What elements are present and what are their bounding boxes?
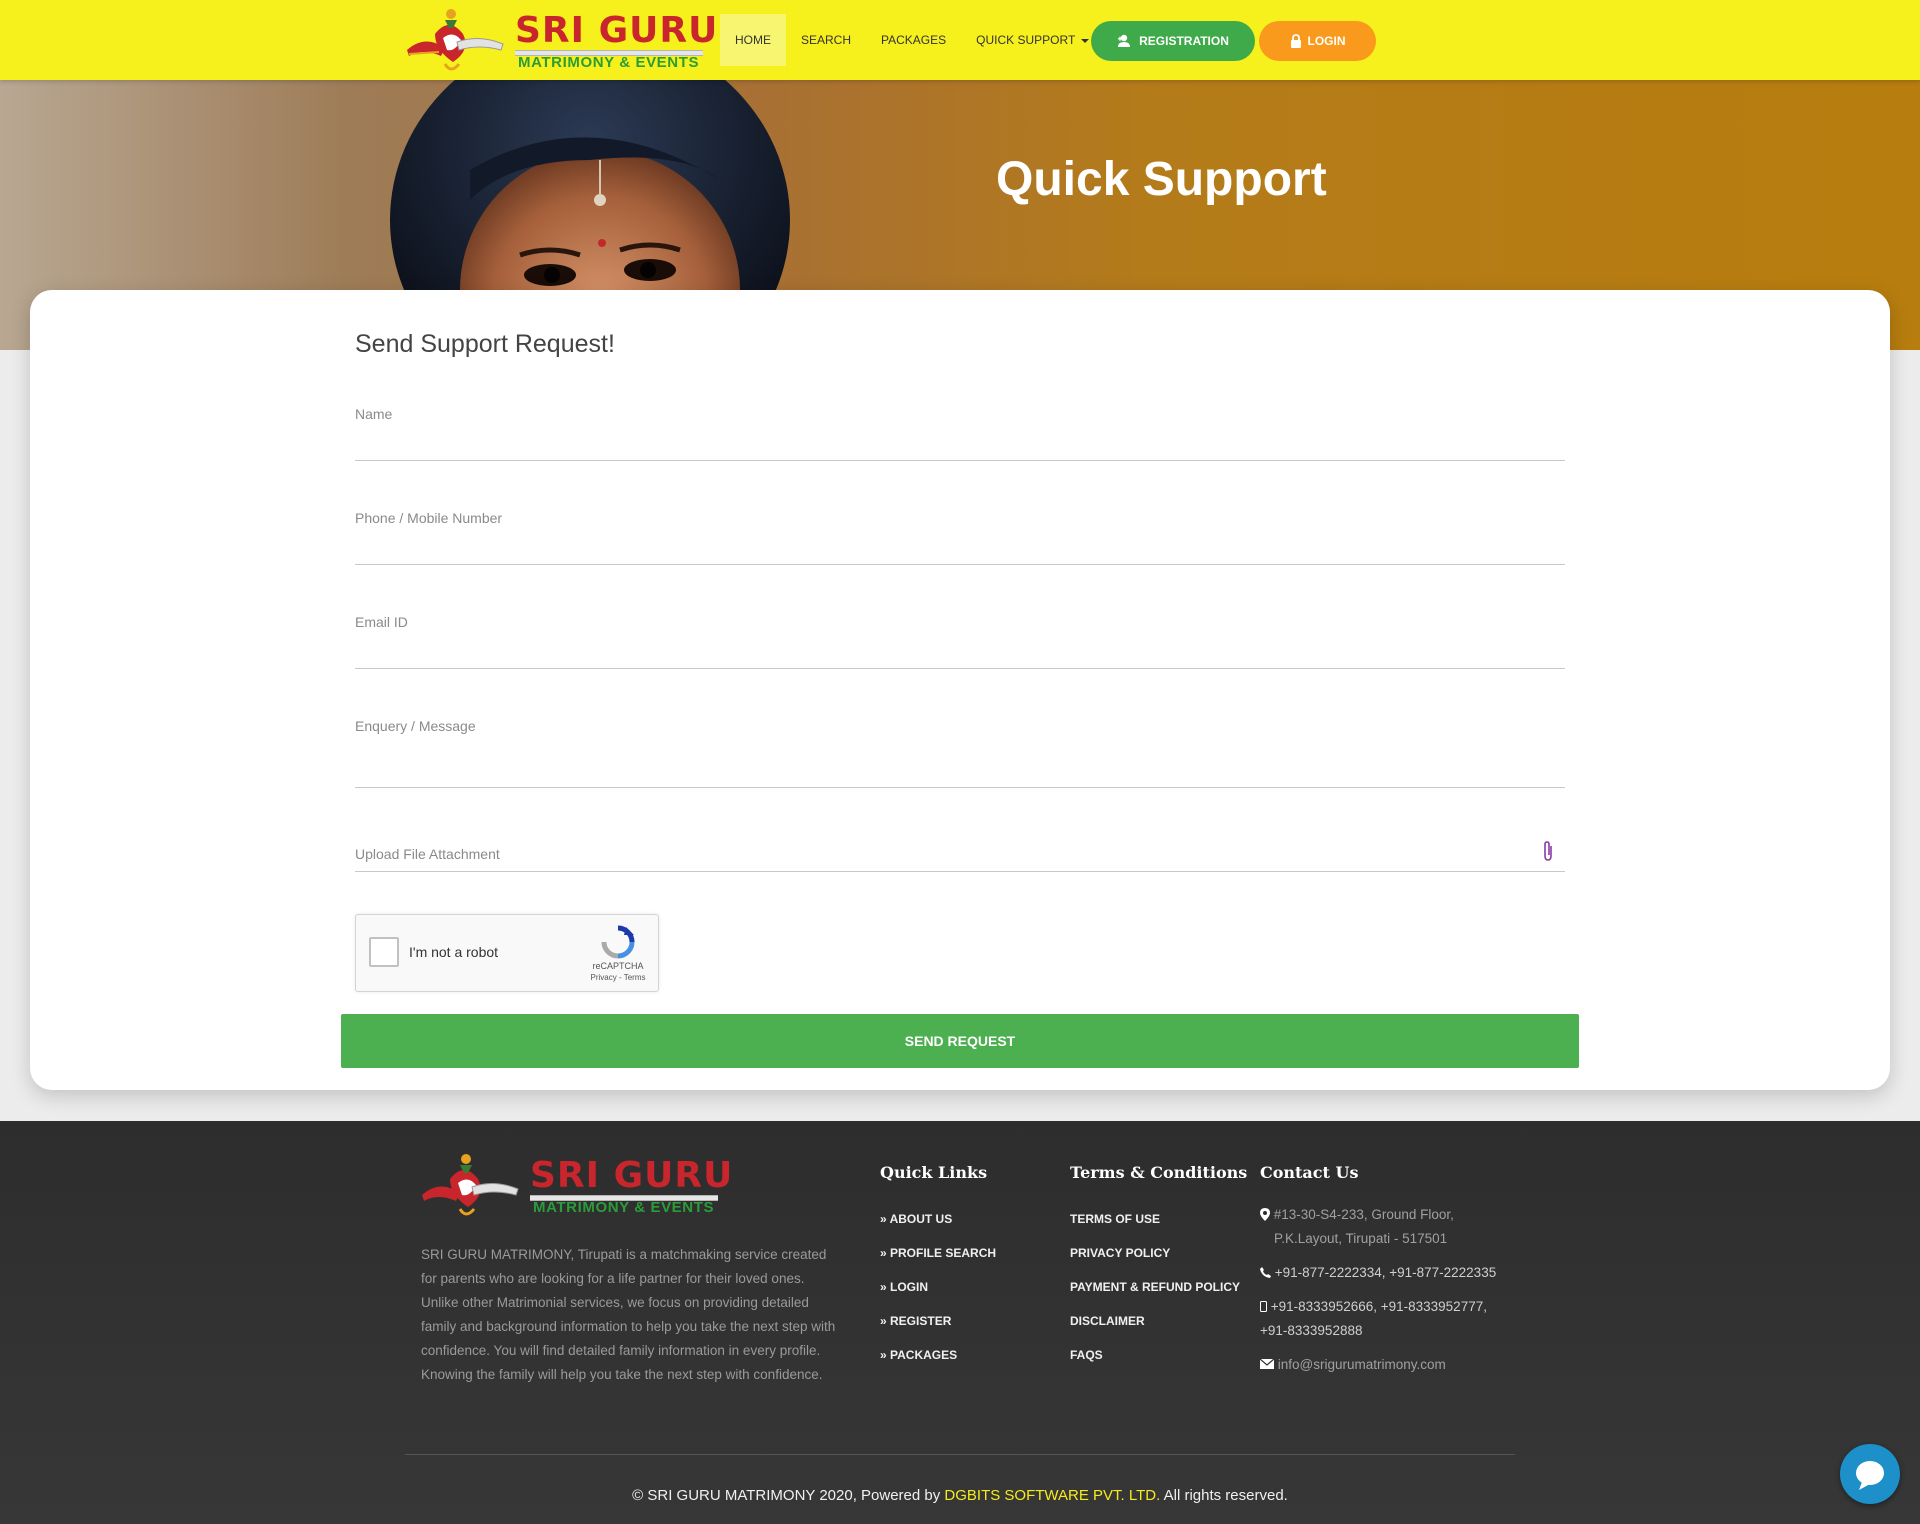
footer-link-register-label: REGISTER bbox=[890, 1314, 952, 1328]
brand-logo[interactable]: SRI GURU MATRIMONY & EVENTS bbox=[405, 4, 717, 78]
contact-email[interactable]: info@srigurumatrimony.com bbox=[1259, 1357, 1446, 1372]
name-field[interactable]: Name bbox=[355, 406, 1565, 461]
terms-title: Terms & Conditions bbox=[1070, 1163, 1248, 1182]
site-footer: SRI GURU MATRIMONY & EVENTS SRI GURU MAT… bbox=[0, 1121, 1920, 1524]
top-navbar: SRI GURU MATRIMONY & EVENTS HOME SEARCH … bbox=[0, 0, 1920, 80]
recaptcha-icon bbox=[601, 925, 635, 959]
brand-tagline: MATRIMONY & EVENTS bbox=[518, 54, 700, 71]
footer-link-disclaimer[interactable]: DISCLAIMER bbox=[1070, 1314, 1145, 1328]
contact-address: #13-30-S4-233, Ground Floor, bbox=[1260, 1207, 1454, 1222]
contact-phone: +91-877-2222334, +91-877-2222335 bbox=[1260, 1265, 1496, 1280]
map-marker-icon bbox=[1260, 1208, 1270, 1221]
recaptcha-terms-link[interactable]: Privacy - Terms bbox=[588, 973, 648, 982]
phone-field[interactable]: Phone / Mobile Number bbox=[355, 510, 1565, 565]
footer-link-login[interactable]: » LOGIN bbox=[880, 1280, 928, 1294]
name-label: Name bbox=[355, 406, 393, 422]
file-upload-field[interactable]: Upload File Attachment bbox=[355, 841, 1565, 872]
nav-home[interactable]: HOME bbox=[720, 14, 786, 66]
email-field[interactable]: Email ID bbox=[355, 614, 1565, 669]
copyright: © SRI GURU MATRIMONY 2020, Powered by DG… bbox=[0, 1487, 1920, 1504]
registration-label: REGISTRATION bbox=[1139, 34, 1229, 48]
paperclip-icon[interactable] bbox=[1541, 840, 1555, 862]
nav-quick-support-label: QUICK SUPPORT bbox=[976, 33, 1076, 47]
footer-divider bbox=[405, 1454, 1515, 1455]
nav-search[interactable]: SEARCH bbox=[786, 14, 866, 66]
address-line-2: P.K.Layout, Tirupati - 517501 bbox=[1274, 1231, 1448, 1246]
recaptcha-brand: reCAPTCHA bbox=[592, 961, 644, 971]
nav-packages[interactable]: PACKAGES bbox=[866, 14, 961, 66]
envelope-icon bbox=[1259, 1358, 1275, 1369]
recaptcha-widget: I'm not a robot reCAPTCHA Privacy - Term… bbox=[355, 914, 659, 992]
phone-icon bbox=[1260, 1267, 1271, 1278]
footer-link-about-us[interactable]: » ABOUT US bbox=[880, 1212, 952, 1226]
copyright-suffix: All rights reserved. bbox=[1160, 1487, 1288, 1504]
powered-by-link[interactable]: DGBITS SOFTWARE PVT. LTD. bbox=[944, 1487, 1160, 1504]
support-form-card: Send Support Request! Name Phone / Mobil… bbox=[30, 290, 1890, 1090]
footer-link-faqs[interactable]: FAQS bbox=[1070, 1348, 1103, 1362]
address-line-1: #13-30-S4-233, Ground Floor, bbox=[1273, 1207, 1454, 1222]
message-label: Enquery / Message bbox=[355, 718, 476, 734]
contact-mobile: +91-8333952666, +91-8333952777, bbox=[1260, 1299, 1487, 1314]
footer-brand-name: SRI GURU bbox=[530, 1155, 734, 1196]
phone-numbers: +91-877-2222334, +91-877-2222335 bbox=[1274, 1265, 1497, 1280]
email-label: Email ID bbox=[355, 614, 408, 630]
contact-title: Contact Us bbox=[1260, 1163, 1359, 1182]
mobile-numbers-line-2: +91-8333952888 bbox=[1260, 1323, 1363, 1338]
registration-button[interactable]: REGISTRATION bbox=[1091, 21, 1255, 61]
footer-link-login-label: LOGIN bbox=[890, 1280, 929, 1294]
brand-name: SRI GURU bbox=[515, 10, 719, 51]
recaptcha-label: I'm not a robot bbox=[409, 944, 499, 960]
lock-icon bbox=[1290, 34, 1301, 48]
user-plus-icon bbox=[1118, 34, 1131, 47]
form-heading: Send Support Request! bbox=[355, 330, 615, 358]
footer-link-packages[interactable]: » PACKAGES bbox=[880, 1348, 957, 1362]
email-address: info@srigurumatrimony.com bbox=[1277, 1357, 1446, 1372]
phone-label: Phone / Mobile Number bbox=[355, 510, 503, 526]
nav-quick-support[interactable]: QUICK SUPPORT bbox=[961, 14, 1104, 66]
footer-link-terms-of-use[interactable]: TERMS OF USE bbox=[1070, 1212, 1160, 1226]
page-title: Quick Support bbox=[996, 153, 1327, 206]
footer-link-payment-refund[interactable]: PAYMENT & REFUND POLICY bbox=[1070, 1280, 1240, 1294]
chevron-right-icon: » bbox=[880, 1314, 891, 1328]
footer-link-about-us-label: ABOUT US bbox=[889, 1212, 953, 1226]
footer-about-text: SRI GURU MATRIMONY, Tirupati is a matchm… bbox=[421, 1247, 836, 1382]
quick-links-title: Quick Links bbox=[880, 1163, 988, 1182]
mobile-icon bbox=[1260, 1301, 1267, 1312]
caret-down-icon bbox=[1081, 38, 1090, 43]
chat-icon bbox=[1856, 1461, 1884, 1490]
footer-link-register[interactable]: » REGISTER bbox=[880, 1314, 951, 1328]
mobile-numbers-line-1: +91-8333952666, +91-8333952777, bbox=[1270, 1299, 1487, 1314]
chat-widget-button[interactable] bbox=[1840, 1444, 1900, 1504]
footer-logo[interactable]: SRI GURU MATRIMONY & EVENTS bbox=[420, 1149, 732, 1223]
footer-link-profile-search-label: PROFILE SEARCH bbox=[890, 1246, 997, 1260]
login-label: LOGIN bbox=[1307, 34, 1346, 48]
login-button[interactable]: LOGIN bbox=[1259, 21, 1376, 61]
message-field[interactable]: Enquery / Message bbox=[355, 718, 1565, 788]
footer-logo-emblem-icon bbox=[422, 1154, 519, 1216]
logo-emblem-icon bbox=[407, 9, 504, 71]
chevron-right-icon: » bbox=[880, 1212, 890, 1226]
send-request-button[interactable]: SEND REQUEST bbox=[341, 1014, 1579, 1068]
footer-brand-tagline: MATRIMONY & EVENTS bbox=[533, 1199, 715, 1216]
upload-label: Upload File Attachment bbox=[355, 846, 500, 862]
chevron-right-icon: » bbox=[880, 1348, 891, 1362]
recaptcha-checkbox[interactable] bbox=[369, 937, 399, 967]
footer-link-packages-label: PACKAGES bbox=[890, 1348, 958, 1362]
footer-link-privacy-policy[interactable]: PRIVACY POLICY bbox=[1070, 1246, 1170, 1260]
copyright-prefix: © SRI GURU MATRIMONY 2020, Powered by bbox=[632, 1487, 945, 1504]
chevron-right-icon: » bbox=[880, 1280, 891, 1294]
chevron-right-icon: » bbox=[880, 1246, 891, 1260]
footer-link-profile-search[interactable]: » PROFILE SEARCH bbox=[880, 1246, 996, 1260]
main-nav: HOME SEARCH PACKAGES QUICK SUPPORT bbox=[720, 14, 1104, 66]
